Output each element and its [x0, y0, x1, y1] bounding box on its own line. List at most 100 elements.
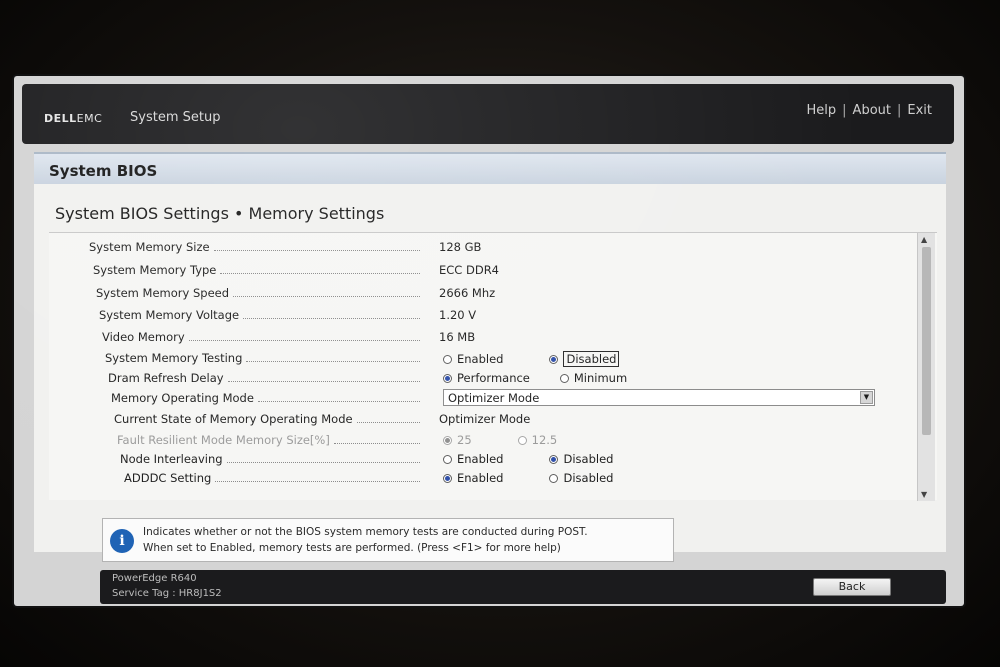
- radio-option[interactable]: Minimum: [559, 371, 628, 385]
- radio-group: Performance Minimum: [443, 371, 627, 386]
- leader-dots: [333, 442, 420, 444]
- radio-button-icon[interactable]: [549, 473, 559, 483]
- setting-row[interactable]: Memory Operating Mode Optimizer Mode ▼: [49, 388, 909, 408]
- radio-option[interactable]: Enabled: [443, 452, 503, 466]
- radio-button-icon[interactable]: [549, 454, 559, 464]
- setting-row: System Memory Voltage 1.20 V: [49, 305, 909, 325]
- setting-label: System Memory Voltage: [99, 308, 420, 322]
- back-button[interactable]: Back: [813, 578, 891, 596]
- setting-label-text: System Memory Voltage: [99, 308, 240, 322]
- radio-button-icon: [443, 435, 452, 445]
- setting-label-text: Fault Resilient Mode Memory Size[%]: [117, 433, 330, 447]
- setting-label-text: Memory Operating Mode: [111, 391, 254, 405]
- link-separator: |: [896, 103, 902, 118]
- radio-button-icon[interactable]: [443, 473, 452, 483]
- setting-label-text: System Memory Testing: [105, 351, 243, 365]
- breadcrumb: System BIOS Settings • Memory Settings: [55, 204, 385, 223]
- leader-dots: [233, 295, 420, 297]
- setting-label: Dram Refresh Delay: [108, 371, 420, 385]
- radio-label: 25: [457, 433, 472, 447]
- section-title: System BIOS: [49, 162, 158, 180]
- setting-value: 16 MB: [439, 330, 476, 344]
- setting-label: System Memory Type: [93, 263, 420, 277]
- chevron-down-icon[interactable]: ▼: [860, 391, 873, 404]
- radio-group: Enabled Disabled: [443, 351, 620, 367]
- bios-screen: DELLEMC System Setup Help | About | Exit…: [14, 76, 964, 606]
- setting-label-text: System Memory Speed: [96, 286, 230, 300]
- radio-label: 12.5: [531, 433, 558, 447]
- scroll-up-icon[interactable]: ▲: [921, 235, 927, 244]
- radio-label: Enabled: [457, 352, 504, 366]
- setting-value: ECC DDR4: [439, 263, 499, 277]
- radio-button-icon[interactable]: [549, 354, 559, 364]
- setting-label-text: Current State of Memory Operating Mode: [114, 412, 353, 426]
- app-title: System Setup: [130, 110, 221, 125]
- leader-dots: [226, 461, 420, 463]
- about-link[interactable]: About: [853, 103, 891, 118]
- setting-row: System Memory Speed 2666 Mhz: [49, 283, 909, 303]
- radio-button-icon[interactable]: [443, 373, 452, 383]
- top-links: Help | About | Exit: [807, 103, 932, 118]
- radio-button-icon[interactable]: [443, 454, 452, 464]
- top-bar: DELLEMC System Setup Help | About | Exit: [22, 84, 954, 144]
- leader-dots: [243, 317, 420, 319]
- radio-option[interactable]: Disabled: [549, 452, 613, 466]
- radio-button-icon[interactable]: [443, 354, 452, 364]
- scrollbar[interactable]: ▲ ▼: [917, 233, 935, 501]
- radio-label: Disabled: [563, 351, 620, 367]
- help-link[interactable]: Help: [807, 103, 837, 118]
- setting-row: Current State of Memory Operating Mode Op…: [49, 409, 909, 429]
- leader-dots: [188, 339, 420, 341]
- setting-value: 128 GB: [439, 240, 482, 254]
- model-name: PowerEdge R640: [112, 573, 197, 584]
- settings-list: System Memory Size 128 GB System Memory Ty…: [49, 232, 937, 501]
- setting-row[interactable]: ADDDC Setting Enabled Disabled: [49, 468, 909, 488]
- radio-option[interactable]: Performance: [443, 371, 530, 385]
- setting-label-text: System Memory Type: [93, 263, 217, 277]
- info-icon: i: [110, 529, 134, 553]
- logo-bold: DELL: [44, 112, 77, 125]
- exit-link[interactable]: Exit: [907, 103, 932, 118]
- setting-row: System Memory Type ECC DDR4: [49, 260, 909, 280]
- setting-row: Video Memory 16 MB: [49, 327, 909, 347]
- radio-option[interactable]: Enabled: [443, 471, 503, 485]
- radio-option: 25: [443, 433, 472, 447]
- setting-label-text: Dram Refresh Delay: [108, 371, 224, 385]
- setting-value: Optimizer Mode: [439, 412, 531, 426]
- help-text-line-2: When set to Enabled, memory tests are pe…: [143, 542, 561, 554]
- setting-row[interactable]: System Memory Testing Enabled Disabled: [49, 348, 909, 368]
- radio-label: Disabled: [563, 452, 614, 466]
- setting-label: System Memory Speed: [96, 286, 420, 300]
- radio-label: Minimum: [573, 371, 628, 385]
- leader-dots: [356, 421, 420, 423]
- setting-row[interactable]: Node Interleaving Enabled Disabled: [49, 449, 909, 469]
- setting-label: Current State of Memory Operating Mode: [114, 412, 420, 426]
- setting-label: System Memory Size: [89, 240, 420, 254]
- help-box: i Indicates whether or not the BIOS syst…: [102, 518, 674, 562]
- dropdown-value: Optimizer Mode: [448, 391, 540, 405]
- radio-button-icon[interactable]: [559, 373, 569, 383]
- scroll-down-icon[interactable]: ▼: [921, 490, 927, 499]
- leader-dots: [215, 480, 420, 482]
- radio-option[interactable]: Disabled: [549, 471, 613, 485]
- operating-mode-dropdown[interactable]: Optimizer Mode ▼: [443, 389, 875, 406]
- radio-button-icon: [517, 435, 527, 445]
- leader-dots: [257, 400, 420, 402]
- setting-row[interactable]: Fault Resilient Mode Memory Size[%] 25 12.…: [49, 430, 909, 450]
- radio-label: Enabled: [457, 471, 504, 485]
- setting-row[interactable]: Dram Refresh Delay Performance Minimum: [49, 368, 909, 388]
- setting-label: Fault Resilient Mode Memory Size[%]: [117, 433, 420, 447]
- setting-label-text: ADDDC Setting: [124, 471, 212, 485]
- setting-label: ADDDC Setting: [124, 471, 420, 485]
- scroll-thumb[interactable]: [922, 247, 931, 435]
- bottom-bar: PowerEdge R640 Service Tag : HR8J1S2 Bac…: [100, 570, 946, 604]
- leader-dots: [227, 380, 420, 382]
- main-panel: System BIOS System BIOS Settings • Memor…: [34, 152, 946, 552]
- setting-label-text: Node Interleaving: [120, 452, 223, 466]
- setting-label: Video Memory: [102, 330, 420, 344]
- radio-option[interactable]: Enabled: [443, 352, 503, 366]
- setting-row: System Memory Size 128 GB: [49, 237, 909, 257]
- radio-label: Disabled: [563, 471, 614, 485]
- setting-label: System Memory Testing: [105, 351, 420, 365]
- radio-option[interactable]: Disabled: [549, 351, 620, 367]
